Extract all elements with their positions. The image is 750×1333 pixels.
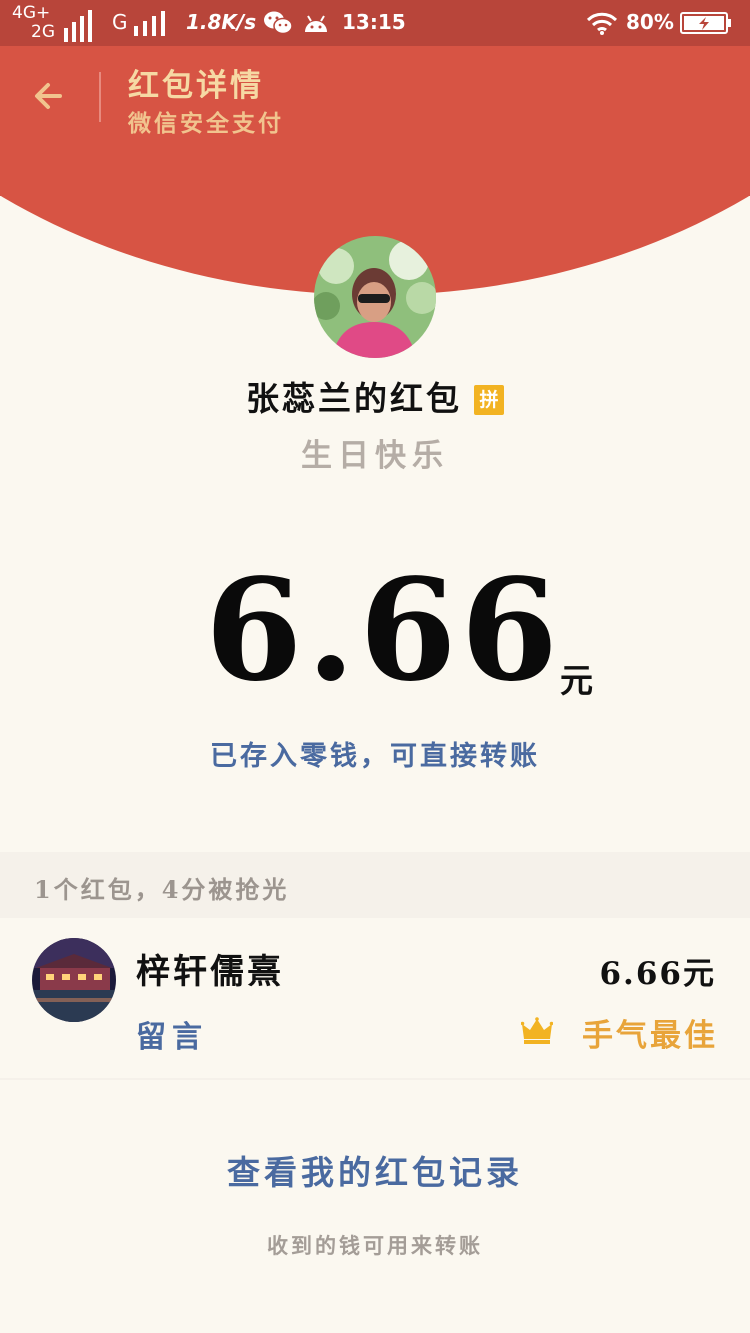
network-primary-label: 4G+ (12, 3, 51, 23)
battery-icon (680, 12, 731, 34)
footer-note: 收到的钱可用来转账 (267, 1233, 483, 1258)
wechat-icon (264, 11, 293, 35)
list-header: 1个红包，4分被抢光 (34, 875, 290, 904)
recipient-name: 梓轩儒熹 (136, 952, 284, 992)
amount-value: 6.66 (205, 549, 562, 713)
amount-unit: 元 (560, 661, 593, 700)
sender-avatar[interactable] (314, 236, 436, 358)
network-speed: 1.8K/s (186, 10, 257, 34)
sender-name: 张蕊兰的红包 (246, 379, 462, 418)
clock: 13:15 (342, 10, 406, 34)
crown-icon (521, 1017, 553, 1044)
battery-percent: 80% (626, 10, 674, 34)
android-icon (305, 15, 327, 32)
view-records-link[interactable]: 查看我的红包记录 (0, 1146, 750, 1194)
status-bar: 4G+ 2G G 1.8K/s 13:15 80% (0, 0, 750, 46)
network-type: 4G+ 2G (12, 4, 55, 42)
wifi-icon (586, 12, 618, 35)
back-arrow-icon[interactable] (28, 74, 72, 118)
signal-icon-2 (134, 10, 174, 36)
message-button[interactable]: 留言 (136, 1012, 208, 1056)
sender-title: 张蕊兰的红包拼 (0, 372, 750, 420)
deposit-link[interactable]: 已存入零钱，可直接转账 (0, 734, 750, 773)
red-packet-detail-page: 4G+ 2G G 1.8K/s 13:15 80% 红包详情 微信安全支付 张蕊… (0, 0, 750, 1333)
page-title: 红包详情 (128, 68, 264, 104)
recipient-avatar[interactable] (32, 938, 116, 1022)
network-secondary-label: 2G (31, 22, 55, 42)
best-luck-badge: 手气最佳 (582, 1018, 718, 1054)
greeting-message: 生日快乐 (301, 438, 449, 474)
group-badge: 拼 (474, 385, 504, 415)
page-subtitle: 微信安全支付 (128, 110, 284, 137)
header-divider (99, 72, 101, 122)
recipient-amount: 6.66元 (599, 956, 716, 992)
carrier-g-label: G (112, 10, 128, 34)
signal-icon (64, 6, 102, 42)
